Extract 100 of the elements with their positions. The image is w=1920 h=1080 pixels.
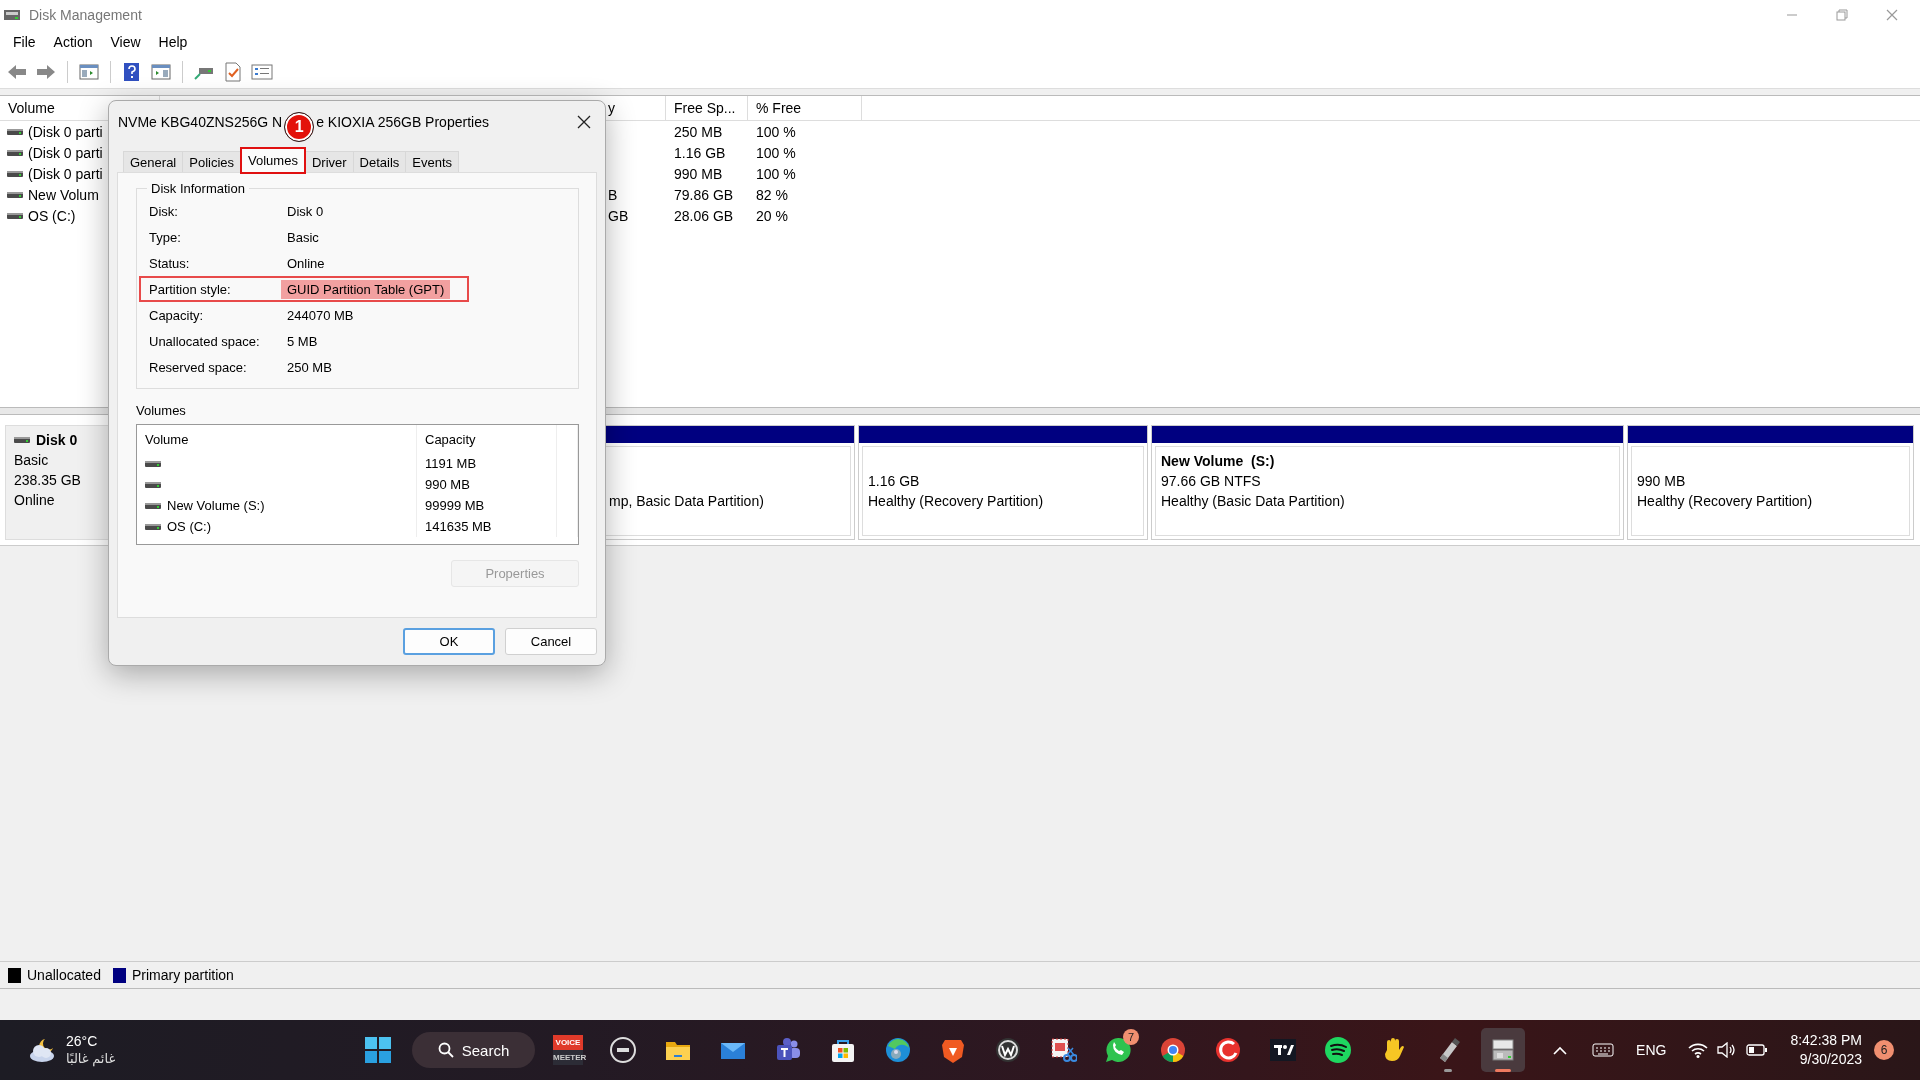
tab[interactable]: Details xyxy=(352,151,407,172)
field-value: Online xyxy=(286,254,326,273)
window-panel-icon[interactable] xyxy=(78,61,100,82)
section-heading: Volumes xyxy=(136,403,187,418)
field-value: 5 MB xyxy=(286,332,319,351)
volume-capacity: 1191 MB xyxy=(425,456,477,471)
tab[interactable]: Policies xyxy=(182,151,242,172)
wifi-icon[interactable] xyxy=(1688,1042,1709,1058)
volume-name: New Volum xyxy=(28,186,99,203)
partition-status: Healthy (Recovery Partition) xyxy=(1637,493,1813,509)
percent-free: 82 % xyxy=(756,186,788,203)
field-value: GUID Partition Table (GPT) xyxy=(281,279,451,299)
column-header[interactable]: % Free xyxy=(748,96,862,120)
free-space: 28.06 GB xyxy=(674,207,734,224)
battery-icon[interactable] xyxy=(1746,1043,1769,1057)
notification-badge: 7 xyxy=(1123,1029,1139,1045)
partition-status: mp, Basic Data Partition) xyxy=(609,493,764,509)
capacity-text: GB xyxy=(608,207,629,224)
partition-name: New Volume (S:) xyxy=(1161,453,1275,469)
taskbar-button[interactable] xyxy=(1481,1028,1525,1072)
column-header[interactable]: Free Sp... xyxy=(666,96,748,120)
field-value: Basic xyxy=(286,228,320,247)
language-indicator[interactable]: ENG xyxy=(1636,1042,1667,1058)
drive-icon xyxy=(7,169,23,178)
round-logo-icon xyxy=(609,1036,637,1064)
list-icon[interactable] xyxy=(251,61,273,82)
volume-name: OS (C:) xyxy=(28,207,76,224)
column-header[interactable]: Capacity xyxy=(425,431,476,447)
drive-icon xyxy=(145,480,161,489)
field-label: Capacity: xyxy=(149,307,205,323)
menu-item[interactable]: File xyxy=(4,34,45,50)
field-label: Partition style: xyxy=(149,281,232,297)
menu-item[interactable]: Action xyxy=(44,34,102,50)
scissors-icon xyxy=(1049,1036,1077,1064)
partition-size: 1.16 GB xyxy=(868,473,920,489)
search-icon xyxy=(437,1042,454,1058)
partition-status: Healthy (Recovery Partition) xyxy=(868,493,1044,509)
search-button[interactable]: Search xyxy=(412,1032,535,1068)
field-label: Unallocated space: xyxy=(149,333,261,349)
start-icon[interactable] xyxy=(365,1037,391,1063)
drive-icon xyxy=(145,522,161,531)
percent-free: 100 % xyxy=(756,123,796,140)
keyboard-icon[interactable] xyxy=(1592,1043,1615,1057)
chart-logo-icon xyxy=(1269,1036,1297,1064)
temperature: 26°C xyxy=(66,1032,99,1050)
window-panel-icon[interactable] xyxy=(150,61,172,82)
partition-block[interactable]: 1.16 GB Healthy (Recovery Partition) xyxy=(858,425,1148,540)
notification-count[interactable]: 6 xyxy=(1874,1040,1894,1060)
partition-block[interactable]: New Volume (S:) 97.66 GB NTFS Healthy (Basic Data Partition) xyxy=(1151,425,1624,540)
percent-free: 100 % xyxy=(756,165,796,182)
field-label: Disk: xyxy=(149,203,179,219)
volume-name: New Volume (S:) xyxy=(167,498,265,513)
swirl-icon xyxy=(1214,1036,1242,1064)
drive-icon xyxy=(145,501,161,510)
volume-capacity: 990 MB xyxy=(425,477,470,492)
document-check-icon[interactable] xyxy=(222,61,244,82)
partition-block[interactable]: 990 MB Healthy (Recovery Partition) xyxy=(1627,425,1914,540)
capacity-text: B xyxy=(608,186,618,203)
ok-button[interactable]: OK xyxy=(403,628,495,655)
volume-name: (Disk 0 parti xyxy=(28,144,103,161)
field-label: Status: xyxy=(149,255,191,271)
partition-status: Healthy (Basic Data Partition) xyxy=(1161,493,1345,509)
clock-date[interactable]: 9/30/2023 xyxy=(1799,1050,1862,1069)
cancel-button[interactable]: Cancel xyxy=(505,628,597,655)
field-label: Type: xyxy=(149,229,182,245)
chevron-up-icon[interactable] xyxy=(1552,1045,1569,1055)
free-space: 1.16 GB xyxy=(674,144,726,161)
free-space: 250 MB xyxy=(674,123,723,140)
legend-label: Primary partition xyxy=(131,967,234,983)
drive-icon xyxy=(145,459,161,468)
field-value: 250 MB xyxy=(286,358,333,377)
sound-waves-icon xyxy=(1324,1036,1352,1064)
menu-item[interactable]: Help xyxy=(149,34,197,50)
volume-icon[interactable] xyxy=(1716,1042,1737,1058)
running-indicator xyxy=(1495,1069,1511,1072)
percent-free: 20 % xyxy=(756,207,788,224)
volume-name: (Disk 0 parti xyxy=(28,165,103,182)
partition-size: 97.66 GB NTFS xyxy=(1161,473,1261,489)
weather-condition: غائم غالبًا xyxy=(66,1050,116,1068)
tab[interactable]: Driver xyxy=(304,151,354,172)
drive-icon xyxy=(14,436,30,444)
field-value: Disk 0 xyxy=(286,202,325,221)
taskbar-button[interactable]: VOICE MEETER xyxy=(546,1028,590,1072)
close-icon[interactable] xyxy=(577,115,591,129)
tab[interactable]: General xyxy=(123,151,184,172)
drive-icon xyxy=(7,190,23,199)
volume-capacity: 99999 MB xyxy=(425,498,485,513)
clock-time[interactable]: 8:42:38 PM xyxy=(1790,1031,1862,1050)
column-header[interactable]: Volume xyxy=(145,431,189,447)
percent-free: 100 % xyxy=(756,144,796,161)
menu-item[interactable]: View xyxy=(101,34,150,50)
tab[interactable]: Volumes xyxy=(240,147,306,174)
taskbar-button[interactable]: 7 xyxy=(1096,1028,1140,1072)
running-indicator xyxy=(1444,1069,1452,1072)
disk-name: Disk 0 xyxy=(36,431,78,450)
disk-management-icon xyxy=(1489,1036,1517,1064)
tab[interactable]: Events xyxy=(405,151,460,172)
drive-icon xyxy=(7,127,23,136)
drive-icon xyxy=(7,148,23,157)
disk-size: 238.35 GB xyxy=(14,471,82,490)
